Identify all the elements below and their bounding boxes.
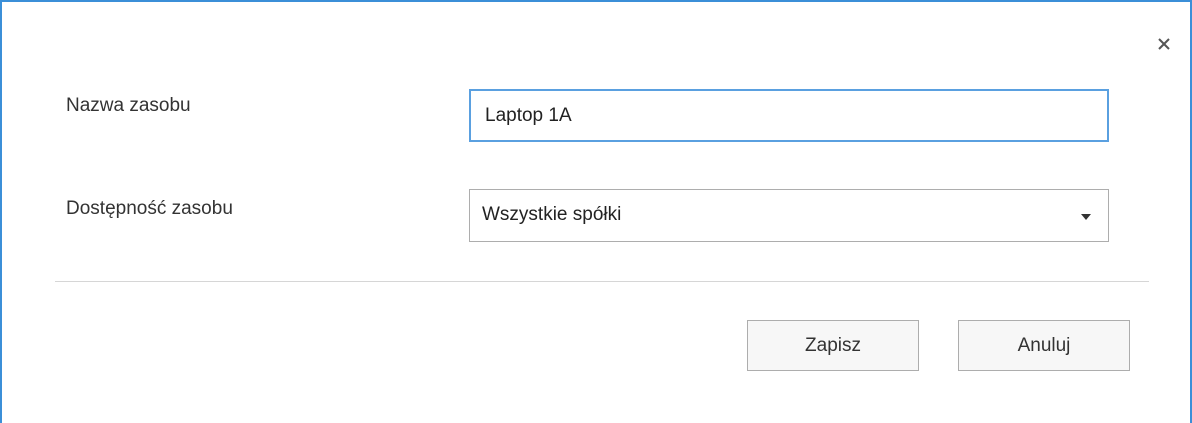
close-button[interactable] (1150, 30, 1178, 58)
save-button[interactable]: Zapisz (747, 320, 919, 371)
resource-availability-value: Wszystkie spółki (482, 204, 622, 225)
dialog-border-left (0, 0, 2, 423)
resource-name-label: Nazwa zasobu (66, 95, 191, 116)
dialog-border-top (0, 0, 1192, 2)
form-divider (55, 281, 1149, 282)
caret-down-icon (1080, 210, 1092, 228)
resource-dialog: Nazwa zasobu Dostępność zasobu Wszystkie… (0, 0, 1192, 423)
close-icon (1158, 38, 1170, 50)
resource-availability-label: Dostępność zasobu (66, 198, 233, 219)
resource-availability-select[interactable]: Wszystkie spółki (469, 189, 1109, 242)
cancel-button[interactable]: Anuluj (958, 320, 1130, 371)
resource-name-input[interactable] (469, 89, 1109, 142)
